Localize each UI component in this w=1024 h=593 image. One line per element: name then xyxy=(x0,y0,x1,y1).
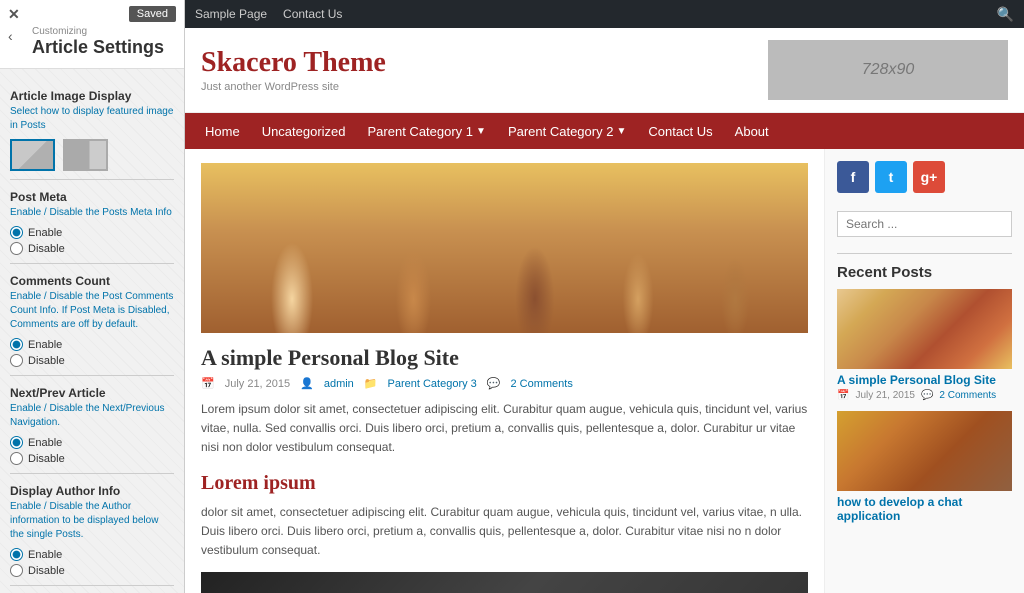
nav-parent-cat-1[interactable]: Parent Category 1 ▼ xyxy=(358,113,496,149)
content-area: A simple Personal Blog Site 📅 July 21, 2… xyxy=(185,149,1024,593)
nav-contact-us[interactable]: Contact Us xyxy=(638,113,722,149)
section-desc-image: Select how to display featured image in … xyxy=(10,105,174,133)
post-meta-disable[interactable]: Disable xyxy=(10,242,174,255)
featured-image xyxy=(201,163,808,333)
comments-disable[interactable]: Disable xyxy=(10,354,174,367)
section-title-author: Display Author Info xyxy=(10,484,174,498)
recent-post-1-meta: 📅 July 21, 2015 💬 2 Comments xyxy=(837,390,1012,401)
googleplus-button[interactable]: g+ xyxy=(913,161,945,193)
recent-post-1: A simple Personal Blog Site 📅 July 21, 2… xyxy=(837,289,1012,401)
nextprev-radio-group: Enable Disable xyxy=(10,436,174,465)
author-enable[interactable]: Enable xyxy=(10,548,174,561)
featured-image-people xyxy=(201,163,808,333)
section-desc-nextprev: Enable / Disable the Next/Previous Navig… xyxy=(10,402,174,430)
twitter-button[interactable]: t xyxy=(875,161,907,193)
recent-post-1-thumb xyxy=(837,289,1012,369)
article-meta: 📅 July 21, 2015 👤 admin 📁 Parent Categor… xyxy=(201,377,808,390)
author-icon: 👤 xyxy=(300,377,314,390)
author-disable[interactable]: Disable xyxy=(10,564,174,577)
section-title-image: Article Image Display xyxy=(10,89,174,103)
image-option-2-preview xyxy=(65,141,106,169)
top-bar: Sample Page Contact Us 🔍 xyxy=(185,0,1024,28)
section-desc-post-meta: Enable / Disable the Posts Meta Info xyxy=(10,206,174,220)
section-title-nextprev: Next/Prev Article xyxy=(10,386,174,400)
back-arrow[interactable]: ‹ xyxy=(8,28,13,44)
section-desc-author: Enable / Disable the Author information … xyxy=(10,500,174,542)
section-desc-comments: Enable / Disable the Post Comments Count… xyxy=(10,290,174,332)
recent-post-2-thumb xyxy=(837,411,1012,491)
panel-title: Article Settings xyxy=(32,37,164,58)
social-buttons: f t g+ xyxy=(837,161,1012,193)
panel-header: ✕ Saved Customizing ‹ Article Settings xyxy=(0,0,184,69)
saved-badge: Saved xyxy=(129,6,176,22)
topbar-sample-page[interactable]: Sample Page xyxy=(195,7,267,21)
image-option-1-preview xyxy=(12,141,53,169)
recent-post-1-comments[interactable]: 2 Comments xyxy=(939,390,996,401)
article-body-2: dolor sit amet, consectetuer adipiscing … xyxy=(201,503,808,561)
comments-radio-group: Enable Disable xyxy=(10,338,174,367)
calendar-icon: 📅 xyxy=(201,377,215,390)
facebook-button[interactable]: f xyxy=(837,161,869,193)
site-header: Skacero Theme Just another WordPress sit… xyxy=(185,28,1024,113)
article-body-1: Lorem ipsum dolor sit amet, consectetuer… xyxy=(201,400,808,458)
sidebar-search-input[interactable] xyxy=(837,211,1012,237)
nextprev-enable[interactable]: Enable xyxy=(10,436,174,449)
article-category[interactable]: Parent Category 3 xyxy=(388,378,477,390)
article-title: A simple Personal Blog Site xyxy=(201,345,808,371)
image-option-2[interactable] xyxy=(63,139,108,171)
comments-enable[interactable]: Enable xyxy=(10,338,174,351)
recent-post-1-title[interactable]: A simple Personal Blog Site xyxy=(837,373,1012,387)
image-options xyxy=(10,139,174,171)
recent-post-1-comment-icon: 💬 xyxy=(921,390,933,401)
site-branding: Skacero Theme Just another WordPress sit… xyxy=(201,47,386,93)
recent-post-1-date: July 21, 2015 xyxy=(855,390,915,401)
author-radio-group: Enable Disable xyxy=(10,548,174,577)
nav-parent-cat-2[interactable]: Parent Category 2 ▼ xyxy=(498,113,636,149)
article-date: July 21, 2015 xyxy=(225,378,290,390)
sidebar: f t g+ Recent Posts A simple Personal Bl… xyxy=(824,149,1024,593)
image-option-1[interactable] xyxy=(10,139,55,171)
post-meta-radio-group: Enable Disable xyxy=(10,226,174,255)
panel-content: Article Image Display Select how to disp… xyxy=(0,69,184,593)
recent-post-1-cal-icon: 📅 xyxy=(837,390,849,401)
article-subheading: Lorem ipsum xyxy=(201,472,808,495)
main-area: Sample Page Contact Us 🔍 Skacero Theme J… xyxy=(185,0,1024,593)
nav-bar: Home Uncategorized Parent Category 1 ▼ P… xyxy=(185,113,1024,149)
nav-home[interactable]: Home xyxy=(195,113,250,149)
post-meta-enable[interactable]: Enable xyxy=(10,226,174,239)
recent-post-2-title[interactable]: how to develop a chat application xyxy=(837,495,1012,523)
section-title-comments: Comments Count xyxy=(10,274,174,288)
comment-icon: 💬 xyxy=(487,377,501,390)
article-author[interactable]: admin xyxy=(324,378,354,390)
ad-banner: 728x90 xyxy=(768,40,1008,100)
nav-about[interactable]: About xyxy=(725,113,779,149)
nav-parent-cat-1-arrow: ▼ xyxy=(476,126,486,137)
main-content: A simple Personal Blog Site 📅 July 21, 2… xyxy=(185,149,824,593)
topbar-contact-us[interactable]: Contact Us xyxy=(283,7,342,21)
close-icon[interactable]: ✕ xyxy=(8,6,20,23)
site-tagline: Just another WordPress site xyxy=(201,81,386,93)
nav-parent-cat-2-arrow: ▼ xyxy=(616,126,626,137)
section-title-post-meta: Post Meta xyxy=(10,190,174,204)
recent-posts-title: Recent Posts xyxy=(837,264,1012,281)
nav-uncategorized[interactable]: Uncategorized xyxy=(252,113,356,149)
recent-post-2: how to develop a chat application xyxy=(837,411,1012,523)
site-title: Skacero Theme xyxy=(201,47,386,79)
customizing-label: Customizing xyxy=(32,26,164,37)
article-bottom-image xyxy=(201,572,808,593)
article-comments[interactable]: 2 Comments xyxy=(511,378,573,390)
search-icon[interactable]: 🔍 xyxy=(997,6,1014,23)
left-panel: ✕ Saved Customizing ‹ Article Settings A… xyxy=(0,0,185,593)
nextprev-disable[interactable]: Disable xyxy=(10,452,174,465)
category-icon: 📁 xyxy=(364,377,378,390)
